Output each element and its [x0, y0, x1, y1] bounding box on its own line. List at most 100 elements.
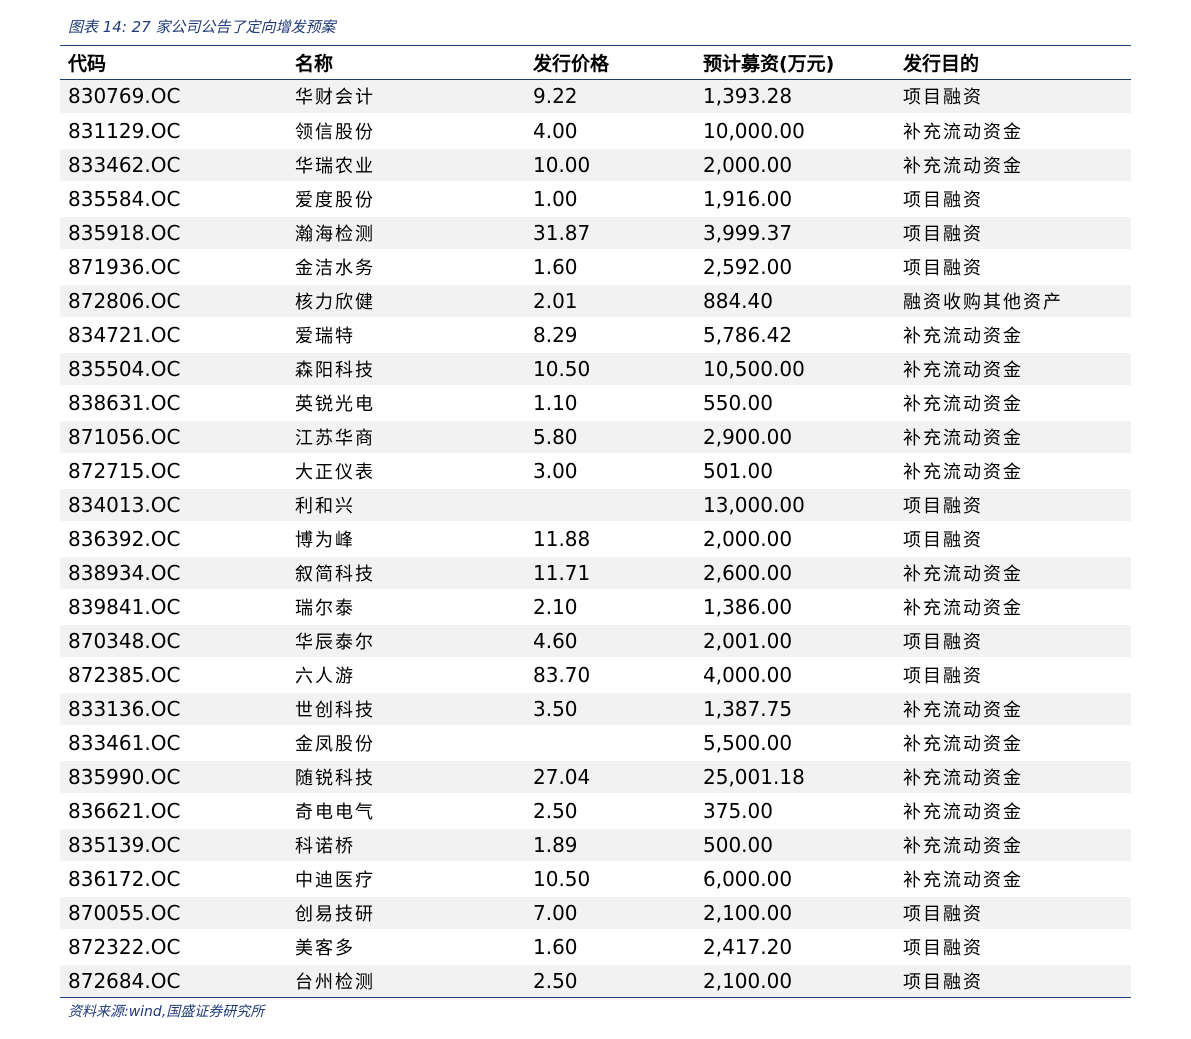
cell-price: 2.50	[525, 963, 695, 998]
cell-code: 872806.OC	[60, 283, 287, 319]
cell-code: 835139.OC	[60, 827, 287, 863]
cell-name: 科诺桥	[287, 827, 525, 863]
cell-code: 834721.OC	[60, 317, 287, 353]
cell-amount: 501.00	[695, 453, 895, 489]
cell-amount: 5,786.42	[695, 317, 895, 353]
cell-price: 1.00	[525, 181, 695, 217]
cell-price: 31.87	[525, 215, 695, 251]
cell-name: 六人游	[287, 657, 525, 693]
placement-table: 代码 名称 发行价格 预计募资(万元) 发行目的 830769.OC 华财会计 9.…	[60, 45, 1131, 998]
cell-price: 3.50	[525, 691, 695, 727]
table-row: 835990.OC 随锐科技 27.04 25,001.18 补充流动资金	[60, 759, 1131, 795]
cell-amount: 1,386.00	[695, 589, 895, 625]
cell-purpose: 项目融资	[895, 181, 1131, 217]
cell-amount: 2,600.00	[695, 555, 895, 591]
table-row: 836621.OC 奇电电气 2.50 375.00 补充流动资金	[60, 793, 1131, 829]
table-body: 830769.OC 华财会计 9.22 1,393.28 项目融资 831129.OC 领信…	[60, 79, 1131, 998]
cell-amount: 10,500.00	[695, 351, 895, 387]
cell-price: 11.71	[525, 555, 695, 591]
cell-price: 1.60	[525, 929, 695, 965]
cell-purpose: 补充流动资金	[895, 759, 1131, 795]
cell-price: 10.00	[525, 147, 695, 183]
table-row: 835139.OC 科诺桥 1.89 500.00 补充流动资金	[60, 827, 1131, 863]
cell-amount: 884.40	[695, 283, 895, 319]
cell-amount: 25,001.18	[695, 759, 895, 795]
table-row: 836172.OC 中迪医疗 10.50 6,000.00 补充流动资金	[60, 861, 1131, 897]
cell-name: 世创科技	[287, 691, 525, 727]
cell-purpose: 补充流动资金	[895, 827, 1131, 863]
cell-name: 中迪医疗	[287, 861, 525, 897]
cell-purpose: 补充流动资金	[895, 861, 1131, 897]
cell-code: 833462.OC	[60, 147, 287, 183]
cell-price: 27.04	[525, 759, 695, 795]
cell-purpose: 项目融资	[895, 249, 1131, 285]
table-row: 831129.OC 领信股份 4.00 10,000.00 补充流动资金	[60, 113, 1131, 149]
table-row: 872322.OC 美客多 1.60 2,417.20 项目融资	[60, 929, 1131, 965]
table-row: 834721.OC 爱瑞特 8.29 5,786.42 补充流动资金	[60, 317, 1131, 353]
cell-purpose: 补充流动资金	[895, 385, 1131, 421]
cell-name: 叙简科技	[287, 555, 525, 591]
cell-price: 4.60	[525, 623, 695, 659]
cell-price: 1.10	[525, 385, 695, 421]
cell-price	[525, 725, 695, 761]
cell-price: 10.50	[525, 861, 695, 897]
cell-purpose: 补充流动资金	[895, 793, 1131, 829]
cell-price: 1.60	[525, 249, 695, 285]
cell-name: 核力欣健	[287, 283, 525, 319]
header-code: 代码	[60, 45, 287, 80]
cell-purpose: 补充流动资金	[895, 147, 1131, 183]
cell-purpose: 项目融资	[895, 521, 1131, 557]
cell-price: 1.89	[525, 827, 695, 863]
cell-amount: 2,592.00	[695, 249, 895, 285]
header-purpose: 发行目的	[895, 45, 1131, 80]
cell-purpose: 补充流动资金	[895, 453, 1131, 489]
cell-code: 836172.OC	[60, 861, 287, 897]
cell-amount: 10,000.00	[695, 113, 895, 149]
cell-amount: 2,417.20	[695, 929, 895, 965]
cell-code: 833461.OC	[60, 725, 287, 761]
cell-amount: 2,000.00	[695, 147, 895, 183]
cell-code: 835504.OC	[60, 351, 287, 387]
cell-amount: 2,100.00	[695, 963, 895, 998]
cell-amount: 2,900.00	[695, 419, 895, 455]
cell-price	[525, 487, 695, 523]
cell-name: 金凤股份	[287, 725, 525, 761]
cell-price: 5.80	[525, 419, 695, 455]
cell-purpose: 项目融资	[895, 79, 1131, 115]
cell-name: 华财会计	[287, 79, 525, 115]
cell-purpose: 项目融资	[895, 929, 1131, 965]
cell-code: 836392.OC	[60, 521, 287, 557]
source-note: 资料来源:wind,国盛证券研究所	[68, 1004, 265, 1020]
cell-price: 83.70	[525, 657, 695, 693]
table-row: 835918.OC 瀚海检测 31.87 3,999.37 项目融资	[60, 215, 1131, 251]
cell-amount: 4,000.00	[695, 657, 895, 693]
cell-code: 838631.OC	[60, 385, 287, 421]
cell-amount: 6,000.00	[695, 861, 895, 897]
header-amount: 预计募资(万元)	[695, 45, 895, 80]
table-row: 833461.OC 金凤股份 5,500.00 补充流动资金	[60, 725, 1131, 761]
cell-name: 博为峰	[287, 521, 525, 557]
cell-code: 835584.OC	[60, 181, 287, 217]
cell-purpose: 项目融资	[895, 623, 1131, 659]
cell-price: 2.50	[525, 793, 695, 829]
cell-amount: 2,000.00	[695, 521, 895, 557]
cell-name: 随锐科技	[287, 759, 525, 795]
cell-purpose: 项目融资	[895, 963, 1131, 998]
cell-code: 835990.OC	[60, 759, 287, 795]
cell-name: 爱瑞特	[287, 317, 525, 353]
cell-price: 11.88	[525, 521, 695, 557]
cell-amount: 500.00	[695, 827, 895, 863]
table-header-row: 代码 名称 发行价格 预计募资(万元) 发行目的	[60, 45, 1131, 80]
cell-purpose: 补充流动资金	[895, 419, 1131, 455]
cell-name: 森阳科技	[287, 351, 525, 387]
cell-purpose: 项目融资	[895, 895, 1131, 931]
cell-amount: 550.00	[695, 385, 895, 421]
cell-name: 江苏华商	[287, 419, 525, 455]
cell-name: 台州检测	[287, 963, 525, 998]
cell-name: 美客多	[287, 929, 525, 965]
table-row: 835584.OC 爱度股份 1.00 1,916.00 项目融资	[60, 181, 1131, 217]
cell-purpose: 补充流动资金	[895, 589, 1131, 625]
cell-code: 871936.OC	[60, 249, 287, 285]
table-row: 836392.OC 博为峰 11.88 2,000.00 项目融资	[60, 521, 1131, 557]
cell-code: 835918.OC	[60, 215, 287, 251]
